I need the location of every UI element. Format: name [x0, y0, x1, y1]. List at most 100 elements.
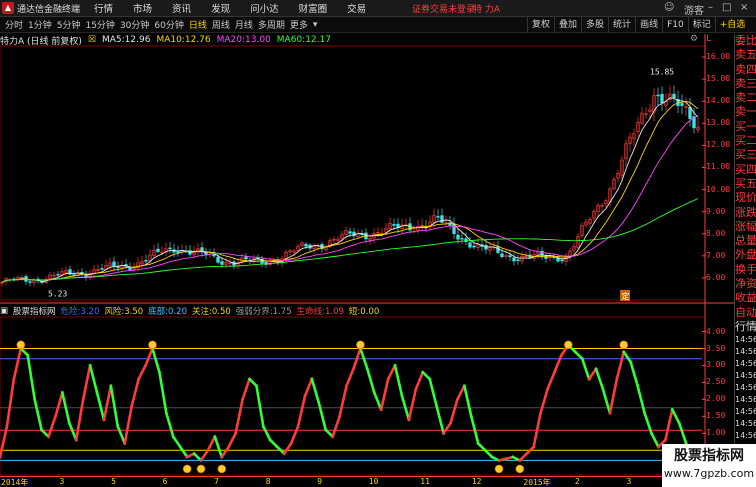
bottom-signal-icon — [494, 464, 504, 474]
indicator-segment — [164, 411, 175, 439]
sp-weibi: 委比 — [735, 34, 756, 47]
candle-body — [436, 216, 440, 218]
indicator-segment — [116, 424, 127, 446]
price-tick-label: 12.00 — [706, 140, 731, 150]
sp-zhangfu: 涨幅 — [735, 219, 756, 233]
sp-auto[interactable]: 自动 — [735, 306, 756, 320]
indicator-segment — [12, 346, 23, 381]
indicator-segment — [136, 363, 148, 381]
candle-body — [440, 215, 444, 223]
indicator-segment — [206, 434, 217, 453]
indicator-segment — [150, 346, 162, 374]
price-tick-label: 16.00 — [706, 52, 731, 62]
sp-tick-4: 14:56 — [735, 371, 756, 381]
candle-body — [512, 257, 516, 262]
sp-hangqing[interactable]: 行情 — [735, 320, 756, 334]
date-tick-label: 2014年 — [1, 478, 29, 487]
field-weixian: 危险:3.20 — [60, 306, 100, 317]
date-tick-label: 3 — [626, 477, 632, 486]
date-axis: 2014年3567891011122015年234 — [0, 476, 756, 487]
indicator-segment — [226, 431, 238, 449]
price-tick-label: 13.00 — [706, 118, 731, 128]
field-duan: 短:0.00 — [348, 306, 380, 317]
indicator-segment — [455, 384, 467, 402]
indicator-tick-label: 3.00 — [706, 360, 726, 370]
indicator-segment — [109, 384, 120, 429]
sp-buy1: 买一 — [735, 119, 756, 133]
quote-side-panel: 委比 卖五 卖四 卖三 卖二 卖一 买一 买二 买三 买四 买五 现价 涨跌 涨… — [734, 34, 756, 476]
moving-average-lines — [1, 97, 699, 283]
candle-body — [220, 261, 224, 265]
date-tick-label: 5 — [111, 477, 116, 486]
date-tick-label: 3 — [59, 477, 65, 486]
top-signal-icon — [148, 340, 157, 350]
indicator-segment — [219, 445, 231, 459]
indicator-segment — [663, 408, 674, 442]
indicator-segment — [53, 390, 64, 418]
indicator-reference-lines — [0, 331, 706, 461]
candle-body — [128, 267, 132, 271]
sp-buy3: 买三 — [735, 148, 756, 162]
indicator-segment — [629, 360, 640, 388]
indicator-menu-icon[interactable]: ▣ — [0, 306, 8, 316]
bottom-signal-icon — [196, 464, 206, 474]
indicator-segment — [303, 377, 314, 398]
indicator-segment — [331, 414, 342, 439]
sp-jingzi: 净资 — [735, 277, 756, 291]
candle-body — [460, 238, 464, 240]
sp-waipan: 外盘 — [735, 248, 756, 262]
indicator-segment — [289, 424, 300, 446]
candle-body — [56, 274, 60, 276]
indicator-segment — [192, 451, 203, 463]
date-tick-label: 8 — [265, 477, 271, 486]
sp-sell1: 卖一 — [735, 105, 756, 119]
chart-canvas[interactable]: 5.23 15.85 定 — [0, 0, 756, 487]
indicator-segment — [587, 367, 598, 381]
price-tick-label: 10.00 — [706, 184, 731, 194]
indicator-chart-frame — [0, 316, 706, 476]
indicator-segment — [0, 424, 9, 459]
indicator-segment — [594, 367, 605, 391]
indicator-tick-label: 1.00 — [706, 428, 726, 438]
axis-l-label: L — [706, 34, 712, 44]
indicator-segment — [601, 387, 612, 415]
bottom-signal-icon — [217, 464, 227, 474]
indicator-signal-marks — [16, 340, 629, 474]
sp-tick-5: 14:56 — [735, 383, 756, 393]
candle-body — [176, 251, 180, 253]
indicator-segment — [39, 428, 51, 439]
bottom-signal-icon — [182, 464, 192, 474]
indicator-segment — [670, 407, 681, 425]
candle-body — [560, 259, 564, 262]
price-tick-label: 8.00 — [706, 228, 726, 238]
indicator-name[interactable]: 股票指标网 — [13, 305, 56, 317]
date-tick-label: 10 — [368, 477, 379, 486]
sp-sell2: 卖二 — [735, 91, 756, 105]
indicator-info-line: ▣ 股票指标网 危险:3.20 风险:3.50 底部:0.20 关注:0.50 … — [0, 305, 705, 317]
candle-body — [456, 234, 460, 240]
indicator-segment — [171, 434, 183, 449]
indicator-segment — [67, 421, 78, 442]
indicator-segment — [143, 346, 155, 368]
candle-body — [28, 281, 32, 283]
candle-body — [144, 260, 148, 262]
indicator-segment — [483, 448, 494, 459]
sp-sell3: 卖三 — [735, 76, 756, 90]
sp-zongliang: 总量 — [735, 234, 756, 248]
indicator-segment — [649, 431, 661, 449]
candle-body — [508, 255, 512, 258]
field-dibu: 底部:0.20 — [148, 306, 187, 317]
sp-tick-2: 14:56 — [735, 347, 756, 357]
ding-marker-label: 定 — [622, 291, 630, 301]
sp-tick-8: 14:56 — [735, 419, 756, 429]
indicator-segment — [323, 428, 335, 439]
candle-body — [116, 266, 120, 268]
candle-body — [304, 243, 308, 247]
indicator-tick-label: 2.00 — [706, 394, 726, 404]
candle-body — [84, 274, 88, 278]
indicator-segment — [677, 421, 688, 446]
sp-tick-9: 14:56 — [735, 431, 756, 441]
date-tick-label: 9 — [317, 477, 323, 486]
indicator-segment — [393, 363, 404, 398]
indicator-segment — [365, 367, 376, 395]
